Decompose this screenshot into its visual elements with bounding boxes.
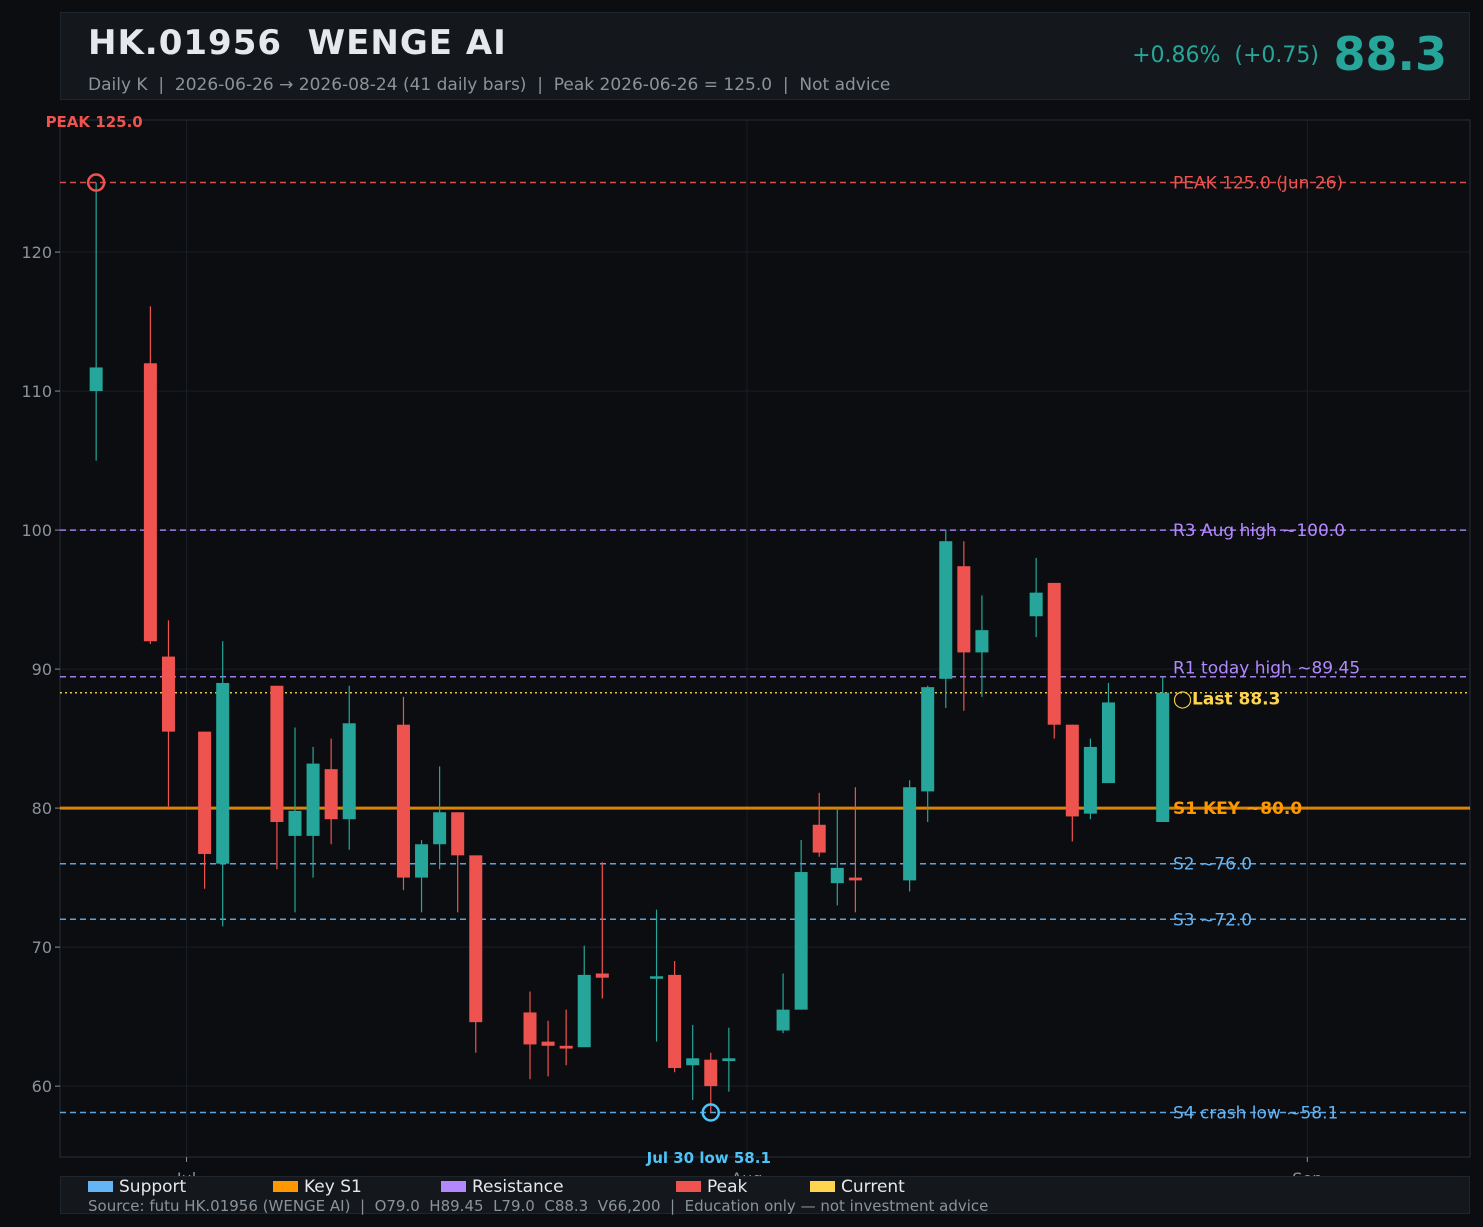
candle-body [469, 855, 483, 1023]
candle-body [306, 763, 320, 836]
candle-body [939, 541, 953, 679]
candle-body [1156, 692, 1170, 822]
candle-body [396, 724, 410, 878]
legend-swatch [441, 1180, 466, 1192]
level-label-s1: S1 KEY ~80.0 [1173, 799, 1302, 819]
level-label-s4: S4 crash low ~58.1 [1173, 1104, 1338, 1124]
candle [903, 780, 917, 892]
y-tick-label: 70 [32, 938, 52, 957]
candle [396, 696, 410, 891]
candle-body [848, 877, 862, 881]
level-label-r1: R1 today high ~89.45 [1173, 659, 1360, 679]
legend-item: Current [810, 1177, 905, 1197]
legend-swatch [273, 1180, 298, 1192]
y-tick-label: 100 [21, 521, 52, 540]
candle-body [216, 682, 230, 864]
candle-body [433, 812, 447, 845]
candle-body [704, 1059, 718, 1087]
y-tick-label: 110 [21, 382, 52, 401]
legend-label: Support [119, 1177, 187, 1197]
annotation-label: PEAK 125.0 [46, 113, 143, 131]
candle-body [776, 1009, 790, 1031]
candle-body [451, 812, 465, 856]
level-label-current: ◯Last 88.3 [1173, 690, 1280, 710]
candle-body [89, 367, 103, 392]
legend-item: Key S1 [273, 1177, 362, 1197]
candle-body [812, 824, 826, 853]
candle-body [342, 723, 356, 820]
candle-body [324, 769, 338, 820]
candle-body [957, 566, 971, 653]
candle-body [668, 974, 682, 1069]
candle-body [198, 731, 212, 854]
candle-body [1047, 582, 1061, 725]
candle [1156, 676, 1170, 822]
annotation-label: Jul 30 low 58.1 [646, 1149, 771, 1167]
source-note: Source: futu HK.01956 (WENGE AI) | O79.0… [88, 1197, 989, 1215]
candle-body [595, 973, 609, 978]
legend-label: Resistance [472, 1177, 564, 1197]
candle-body [921, 687, 935, 792]
plot-area [59, 119, 1471, 1158]
candle [668, 960, 682, 1073]
candle-body [541, 1041, 555, 1046]
legend-swatch [88, 1180, 113, 1192]
candle-body [794, 872, 808, 1010]
candle-body [1065, 724, 1079, 817]
y-tick-label: 80 [32, 799, 52, 818]
candle-body [270, 685, 284, 822]
y-tick-label: 60 [32, 1077, 52, 1096]
level-label-s2: S2 ~76.0 [1173, 855, 1252, 875]
candle-body [288, 810, 302, 836]
candle-body [722, 1058, 736, 1062]
candle-body [577, 974, 591, 1048]
candle-body [415, 844, 429, 878]
level-label-peak: PEAK 125.0 (Jun 26) [1173, 174, 1343, 194]
legend-item: Resistance [441, 1177, 564, 1197]
candle-body [143, 363, 157, 642]
candle-body [1101, 702, 1115, 784]
candle [1047, 582, 1061, 739]
candle-body [903, 787, 917, 881]
level-label-s3: S3 ~72.0 [1173, 910, 1252, 930]
level-label-r3: R3 Aug high ~100.0 [1173, 521, 1345, 541]
candle-body [650, 976, 664, 979]
legend-label: Current [841, 1177, 905, 1197]
candle-body [161, 656, 175, 732]
candle-body [1029, 592, 1043, 617]
candle-body [830, 867, 844, 884]
y-tick-label: 90 [32, 660, 52, 679]
legend-bar: Support Key S1 Resistance Peak Current Sourc… [60, 1176, 1470, 1215]
candle-body [1083, 746, 1097, 814]
legend-swatch [676, 1180, 701, 1192]
legend-swatch [810, 1180, 835, 1192]
candlestick-chart: 60708090100110120JulAugSepPEAK 125.0 (Ju… [21, 113, 1471, 1188]
candle-body [559, 1045, 573, 1049]
legend-label: Peak [707, 1177, 748, 1197]
legend-label: Key S1 [304, 1177, 362, 1197]
candle-body [523, 1012, 537, 1045]
candle-body [975, 630, 989, 653]
y-tick-label: 120 [21, 243, 52, 262]
legend-item: Support [88, 1177, 186, 1197]
candle [1083, 738, 1097, 820]
legend-item: Peak [676, 1177, 747, 1197]
candle-body [686, 1058, 700, 1066]
